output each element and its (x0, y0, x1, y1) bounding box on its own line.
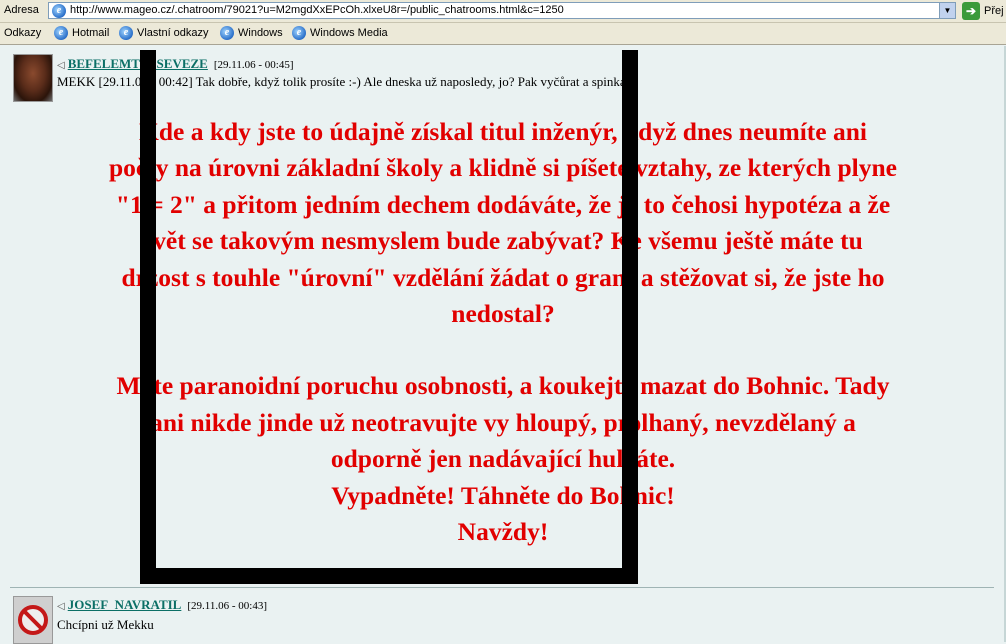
message-text: Chcípni už Mekku (57, 617, 154, 632)
ie-link-icon: e (54, 26, 68, 40)
speaker-icon: ◁ (57, 601, 65, 612)
message-header: ◁ JOSEF_NAVRATIL [29.11.06 - 00:43] (57, 597, 267, 613)
address-bar: Adresa e http://www.mageo.cz/.chatroom/7… (0, 0, 1006, 23)
go-label[interactable]: Přej (984, 5, 1004, 17)
message-divider (10, 587, 994, 588)
ie-link-icon: e (220, 26, 234, 40)
address-url[interactable]: http://www.mageo.cz/.chatroom/79021?u=M2… (70, 4, 564, 16)
ie-link-icon: e (119, 26, 133, 40)
no-entry-icon (18, 605, 48, 635)
avatar (13, 54, 53, 102)
links-toolbar: Odkazy e Hotmail e Vlastní odkazy e Wind… (0, 23, 1006, 45)
address-label: Adresa (4, 4, 39, 16)
username-link[interactable]: JOSEF_NAVRATIL (68, 597, 182, 612)
ie-link-icon: e (292, 26, 306, 40)
black-frame-overlay (140, 50, 638, 584)
chat-content: ◁ BEFELEMTPESEVEZE [29.11.06 - 00:45] ME… (0, 46, 1006, 644)
speaker-icon: ◁ (57, 60, 65, 71)
message-date: [29.11.06 - 00:43] (187, 600, 267, 612)
links-label: Odkazy (4, 27, 42, 39)
address-input[interactable]: e http://www.mageo.cz/.chatroom/79021?u=… (48, 2, 956, 19)
avatar (13, 596, 53, 644)
ie-page-icon: e (52, 4, 66, 18)
go-arrow-icon[interactable]: ➔ (962, 2, 980, 20)
chevron-down-icon[interactable]: ▼ (939, 3, 955, 18)
